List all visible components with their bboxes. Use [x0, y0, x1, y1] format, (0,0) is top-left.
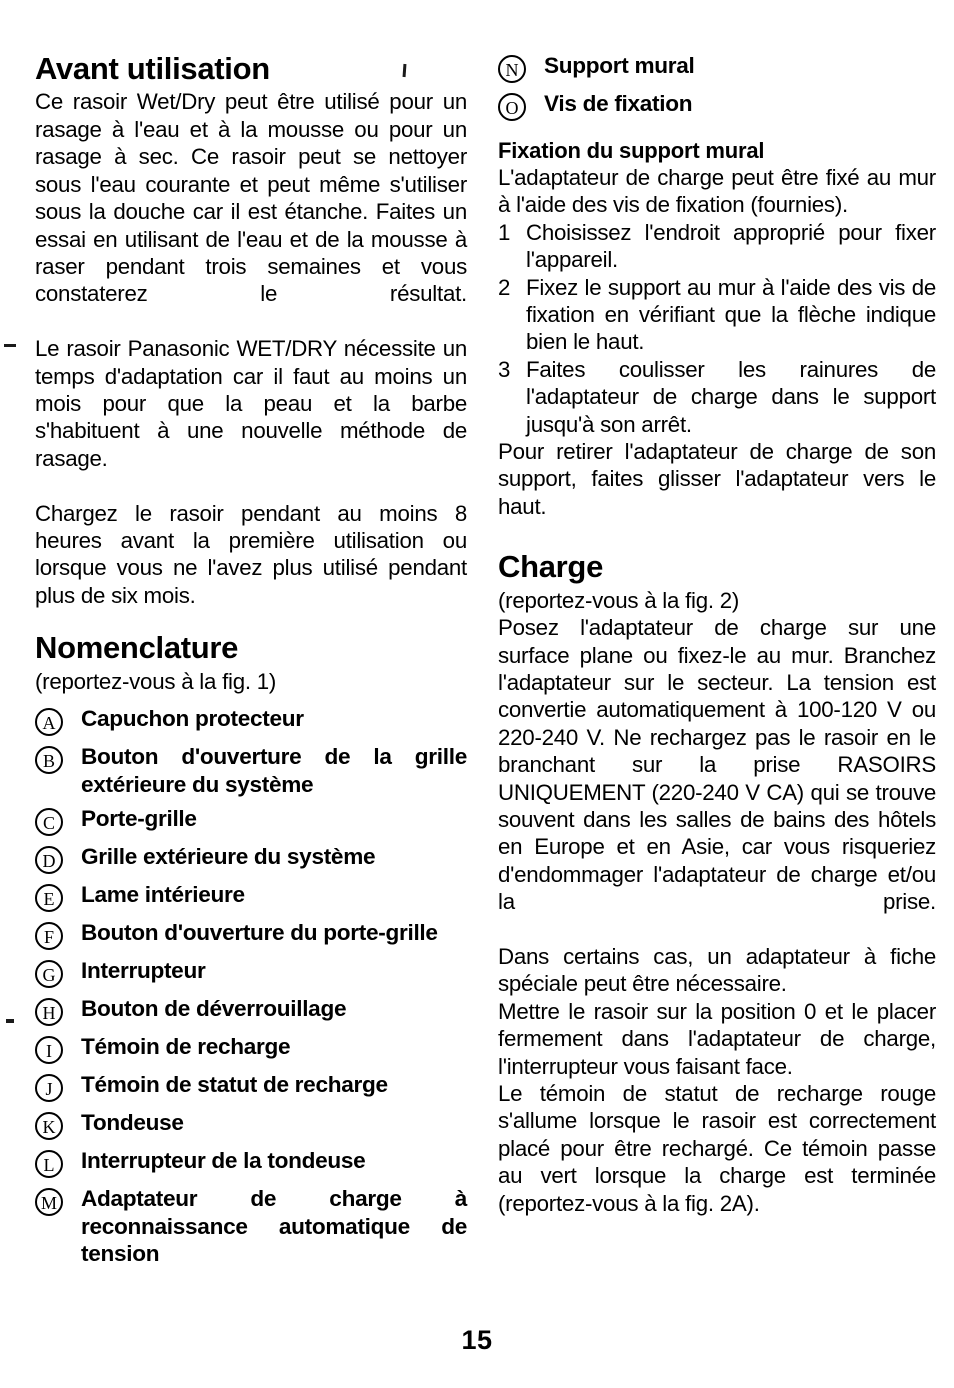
list-item: D Grille extérieure du système [35, 843, 467, 875]
nomenclature-item-label: Interrupteur de la tondeuse [81, 1148, 366, 1174]
list-item: O Vis de fixation [498, 90, 936, 121]
nomenclature-item-label: Support mural [544, 53, 695, 78]
list-item: E Lame intérieure [35, 881, 467, 913]
nomenclature-list-continued: N Support mural O Vis de fixation [498, 52, 936, 121]
wall-mount-steps: 1 Choisissez l'endroit approprié pour fi… [498, 219, 936, 438]
charge-paragraph: Posez l'adaptateur de charge sur une sur… [498, 615, 936, 915]
scan-artifact-margin-tick [6, 1019, 14, 1023]
circled-letter-marker: I [35, 1036, 63, 1065]
list-item: F Bouton d'ouverture du porte-grille [35, 919, 467, 951]
list-item: I Témoin de recharge [35, 1033, 467, 1065]
nomenclature-item-label: Grille extérieure du système [81, 844, 376, 870]
wall-mount-closing: Pour retirer l'adaptateur de charge de s… [498, 439, 936, 519]
circled-letter-marker: L [35, 1150, 63, 1179]
list-item: M Adaptateur de charge à reconnaissance … [35, 1185, 467, 1268]
manual-page: Avant utilisation Ce rasoir Wet/Dry peut… [0, 0, 954, 1388]
list-item: C Porte-grille [35, 805, 467, 837]
wall-mount-intro: L'adaptateur de charge peut être fixé au… [498, 164, 936, 218]
step-text: Fixez le support au mur à l'aide des vis… [526, 274, 936, 355]
circled-letter-marker: E [35, 884, 63, 913]
nomenclature-item-label: Bouton d'ouverture de la grille extérieu… [81, 744, 467, 797]
step-number: 1 [498, 219, 511, 245]
nomenclature-item-label: Bouton d'ouverture du porte-grille [81, 920, 438, 946]
list-item: J Témoin de statut de recharge [35, 1071, 467, 1103]
circled-letter-marker: A [35, 708, 63, 737]
nomenclature-item-label: Adaptateur de charge à reconnaissance au… [81, 1186, 467, 1267]
nomenclature-item-label: Capuchon protecteur [81, 706, 304, 732]
list-item: N Support mural [498, 52, 936, 83]
charge-paragraph: Mettre le rasoir sur la position 0 et le… [498, 998, 936, 1079]
wall-mount-title: Fixation du support mural [498, 138, 765, 163]
list-item: H Bouton de déverrouillage [35, 995, 467, 1027]
charge-paragraph: Dans certains cas, un adaptateur à fiche… [498, 943, 936, 997]
circled-letter-marker: O [498, 93, 526, 121]
list-item: 3 Faites coulisser les rainures de l'ada… [498, 356, 936, 438]
charge-paragraph: Le témoin de statut de recharge rouge s'… [498, 1081, 936, 1216]
circled-letter-marker: C [35, 808, 63, 837]
nomenclature-list: A Capuchon protecteur B Bouton d'ouvertu… [35, 705, 467, 1268]
nomenclature-item-label: Vis de fixation [544, 91, 693, 116]
nomenclature-item-label: Porte-grille [81, 806, 197, 832]
list-item: B Bouton d'ouverture de la grille extéri… [35, 743, 467, 798]
list-item: A Capuchon protecteur [35, 705, 467, 737]
nomenclature-title: Nomenclature [35, 630, 239, 666]
nomenclature-item-label: Interrupteur [81, 958, 206, 984]
page-title: Avant utilisation [35, 51, 270, 86]
right-column: N Support mural O Vis de fixation Fixati… [498, 52, 936, 1217]
intro-paragraph: Ce rasoir Wet/Dry peut être utilisé pour… [35, 89, 467, 307]
page-number: 15 [461, 1325, 493, 1355]
circled-letter-marker: D [35, 846, 63, 875]
list-item: G Interrupteur [35, 957, 467, 989]
nomenclature-item-label: Témoin de statut de recharge [81, 1072, 388, 1098]
intro-paragraph: Le rasoir Panasonic WET/DRY nécessite un… [35, 336, 467, 471]
scan-artifact-margin-tick [4, 344, 16, 347]
list-item: 1 Choisissez l'endroit approprié pour fi… [498, 219, 936, 274]
list-item: 2 Fixez le support au mur à l'aide des v… [498, 274, 936, 356]
intro-paragraph: Chargez le rasoir pendant au moins 8 heu… [35, 500, 467, 608]
circled-letter-marker: N [498, 55, 526, 83]
circled-letter-marker: M [35, 1188, 63, 1217]
circled-letter-marker: B [35, 746, 63, 775]
nomenclature-figure-reference: (reportez-vous à la fig. 1) [35, 668, 277, 694]
circled-letter-marker: J [35, 1074, 63, 1103]
nomenclature-item-label: Lame intérieure [81, 882, 245, 908]
step-number: 2 [498, 274, 511, 300]
charge-figure-reference: (reportez-vous à la fig. 2) [498, 587, 740, 613]
circled-letter-marker: H [35, 998, 63, 1027]
nomenclature-item-label: Bouton de déverrouillage [81, 996, 347, 1022]
circled-letter-marker: F [35, 922, 63, 951]
circled-letter-marker: K [35, 1112, 63, 1141]
list-item: L Interrupteur de la tondeuse [35, 1147, 467, 1179]
step-text: Choisissez l'endroit approprié pour fixe… [526, 219, 936, 273]
charge-title: Charge [498, 549, 604, 585]
step-text: Faites coulisser les rainures de l'adapt… [526, 356, 936, 437]
nomenclature-item-label: Tondeuse [81, 1110, 184, 1136]
list-item: K Tondeuse [35, 1109, 467, 1141]
left-column: Avant utilisation Ce rasoir Wet/Dry peut… [35, 52, 467, 1275]
step-number: 3 [498, 356, 511, 382]
circled-letter-marker: G [35, 960, 63, 989]
nomenclature-item-label: Témoin de recharge [81, 1034, 291, 1060]
